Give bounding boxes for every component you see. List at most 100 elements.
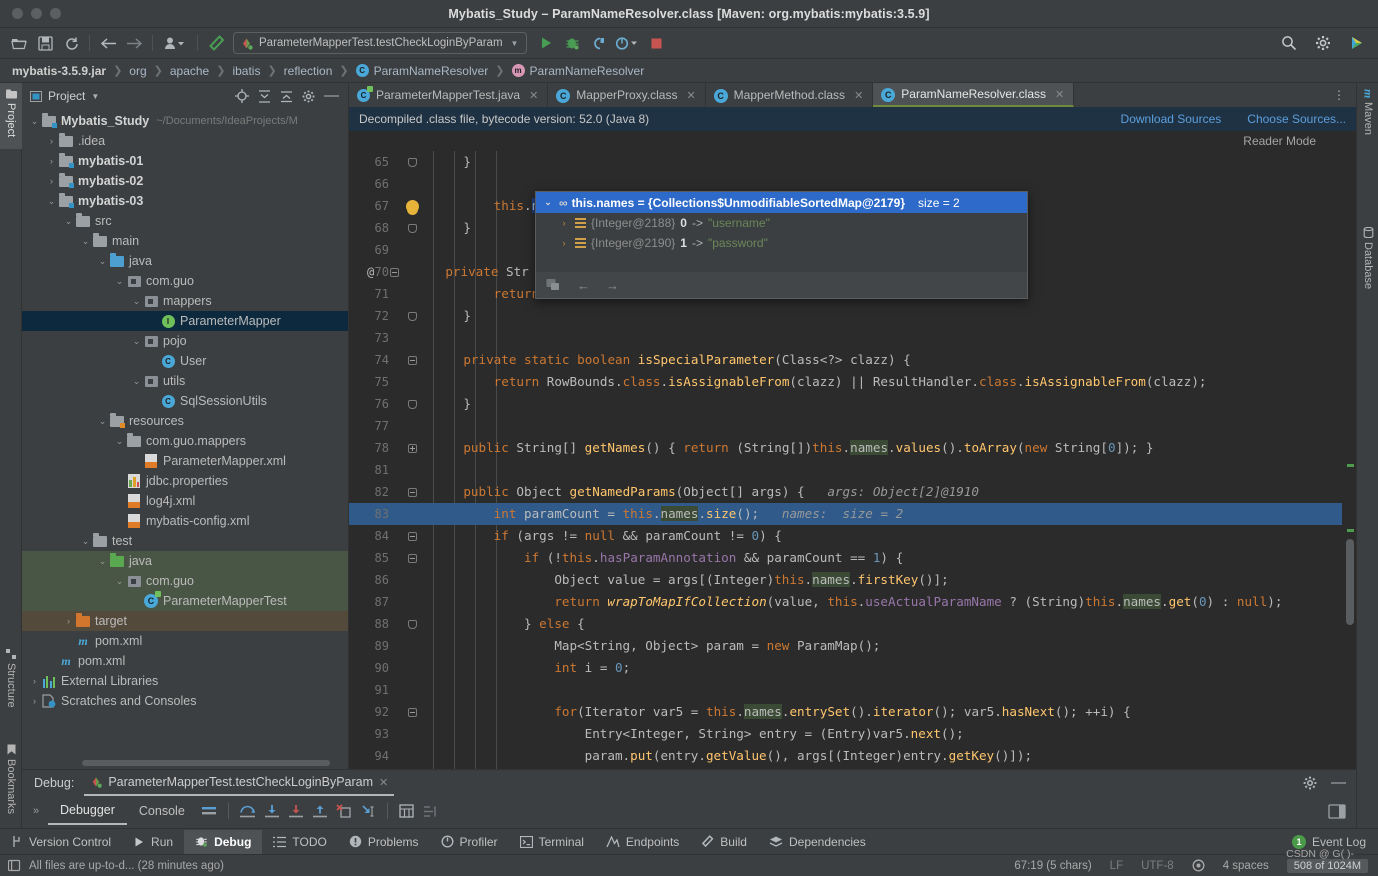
debug-value-popup[interactable]: ⌄ ∞ this.names = {Collections$Unmodifiab… (535, 191, 1028, 299)
chevron-down-icon[interactable]: ⌄ (113, 276, 126, 287)
code-text[interactable]: } (425, 393, 471, 415)
code-line[interactable]: 94 param.put(entry.getValue(), args[(Int… (349, 745, 1356, 767)
bottom-item-terminal[interactable]: Terminal (509, 830, 595, 854)
tree-node-com-guo-mappers[interactable]: ⌄ com.guo.mappers (22, 431, 348, 451)
code-text[interactable]: public Object getNamedParams(Object[] ar… (425, 481, 979, 503)
sidebar-item-structure[interactable]: Structure (0, 643, 22, 714)
chevron-down-icon[interactable]: ⌄ (130, 376, 143, 387)
breadcrumb-item-apache[interactable]: apache (170, 64, 209, 78)
layout-icon[interactable] (419, 800, 443, 822)
gear-icon[interactable] (302, 90, 315, 103)
file-encoding[interactable]: UTF-8 (1141, 860, 1174, 872)
tree-node-mybatis-02[interactable]: › mybatis-02 (22, 171, 348, 191)
tab-debugger[interactable]: Debugger (48, 797, 127, 825)
code-line[interactable]: 82 public Object getNamedParams(Object[]… (349, 481, 1356, 503)
code-text[interactable]: return wrapToMapIfCollection(value, this… (425, 591, 1282, 613)
chevron-right-icon[interactable]: › (558, 238, 570, 248)
code-line[interactable]: 91 (349, 679, 1356, 701)
code-text[interactable]: Map<String, Object> param = new ParamMap… (425, 635, 880, 657)
chevron-down-icon[interactable]: ⌄ (96, 556, 109, 567)
sidebar-item-bookmarks[interactable]: Bookmarks (0, 738, 22, 820)
breadcrumb-item-class[interactable]: C ParamNameResolver (355, 64, 488, 78)
restore-layout-icon[interactable] (1328, 803, 1356, 819)
chevron-right-icon[interactable]: › (45, 136, 58, 146)
code-text[interactable]: int paramCount = this.names.size(); name… (425, 503, 903, 525)
tree-node-java[interactable]: ⌄ java (22, 551, 348, 571)
code-line[interactable]: 65 } (349, 151, 1356, 173)
code-text[interactable]: } (425, 305, 471, 327)
code-text[interactable]: Object value = args[(Integer)this.names.… (425, 569, 949, 591)
tree-node-main[interactable]: ⌄ main (22, 231, 348, 251)
tree-node--idea[interactable]: › .idea (22, 131, 348, 151)
forward-arrow-icon[interactable]: → (606, 278, 619, 293)
tree-node-mappers[interactable]: ⌄ mappers (22, 291, 348, 311)
change-marker[interactable] (1347, 529, 1354, 532)
code-text[interactable]: Entry<Integer, String> entry = (Entry)va… (425, 723, 964, 745)
chevron-down-icon[interactable]: ▼ (511, 39, 519, 48)
tree-node-com-guo[interactable]: ⌄ com.guo (22, 571, 348, 591)
reader-mode-label[interactable]: Reader Mode (349, 131, 1356, 151)
editor-tab-mappermethod-class[interactable]: C MapperMethod.class ✕ (706, 83, 874, 107)
fold-collapse-icon[interactable] (381, 267, 407, 277)
editor-vertical-scrollbar[interactable] (1346, 539, 1354, 625)
tree-node-scratches-and-consoles[interactable]: › Scratches and Consoles (22, 691, 348, 711)
fold-collapse-icon[interactable] (399, 355, 425, 365)
build-hammer-icon[interactable] (203, 31, 229, 55)
chevron-down-icon[interactable]: ⌄ (130, 336, 143, 347)
tab-console[interactable]: Console (127, 797, 197, 825)
sidebar-item-maven[interactable]: m Maven (1357, 85, 1378, 139)
change-marker[interactable] (1347, 464, 1354, 467)
code-line[interactable]: 90 int i = 0; (349, 657, 1356, 679)
read-only-icon[interactable] (1192, 859, 1205, 872)
tree-node-java[interactable]: ⌄ java (22, 251, 348, 271)
caret-position[interactable]: 67:19 (5 chars) (1014, 860, 1091, 872)
chevron-down-icon[interactable]: ⌄ (96, 256, 109, 267)
bottom-item-todo[interactable]: TODO (262, 830, 337, 854)
code-line[interactable]: 78 public String[] getNames() { return (… (349, 437, 1356, 459)
close-icon[interactable]: ✕ (379, 776, 388, 789)
evaluate-expression-icon[interactable] (395, 800, 419, 822)
overflow-chevron-icon[interactable]: » (22, 805, 48, 817)
tree-node-target[interactable]: › target (22, 611, 348, 631)
close-icon[interactable]: ✕ (686, 89, 695, 102)
code-line[interactable]: 74 private static boolean isSpecialParam… (349, 349, 1356, 371)
run-button[interactable] (533, 31, 559, 55)
code-line[interactable]: 85 if (!this.hasParamAnnotation && param… (349, 547, 1356, 569)
code-line[interactable]: 88 } else { (349, 613, 1356, 635)
hide-icon[interactable]: — (324, 88, 339, 103)
debug-button[interactable] (559, 31, 585, 55)
indent-setting[interactable]: 4 spaces (1223, 860, 1269, 872)
editor-tabs[interactable]: C ParameterMapperTest.java ✕ C MapperProxy.c… (349, 83, 1356, 107)
debug-popup-entry-row[interactable]: › {Integer@2190} 1 -> "password" (536, 233, 1027, 253)
close-icon[interactable]: ✕ (854, 89, 863, 102)
fold-collapse-icon[interactable] (399, 553, 425, 563)
memory-indicator[interactable]: 508 of 1024M (1286, 858, 1368, 873)
breadcrumb-item-ibatis[interactable]: ibatis (232, 64, 260, 78)
open-folder-icon[interactable] (6, 31, 32, 55)
code-text[interactable]: } else { (425, 613, 585, 635)
chevron-down-icon[interactable]: ⌄ (113, 576, 126, 587)
updates-icon[interactable] (1344, 31, 1370, 55)
code-line[interactable]: 86 Object value = args[(Integer)this.nam… (349, 569, 1356, 591)
code-text[interactable]: private static boolean isSpecialParamete… (425, 349, 910, 371)
run-to-cursor-icon[interactable] (356, 800, 380, 822)
tree-node-mybatis-study[interactable]: ⌄ Mybatis_Study ~/Documents/IdeaProjects/M (22, 111, 348, 131)
editor-tab-parametermappertest-java[interactable]: C ParameterMapperTest.java ✕ (349, 83, 549, 107)
breadcrumb-item-reflection[interactable]: reflection (284, 64, 333, 78)
code-text[interactable]: public String[] getNames() { return (Str… (425, 437, 1153, 459)
event-log-label[interactable]: Event Log (1312, 835, 1366, 849)
chevron-down-icon[interactable]: ⌄ (542, 197, 554, 208)
debug-popup-entry-row[interactable]: › {Integer@2188} 0 -> "username" (536, 213, 1027, 233)
code-text[interactable]: for(Iterator var5 = this.names.entrySet(… (425, 701, 1131, 723)
bottom-item-debug[interactable]: Debug (184, 829, 263, 854)
tree-node-log4j-xml[interactable]: log4j.xml (22, 491, 348, 511)
code-line[interactable]: 73 (349, 327, 1356, 349)
chevron-right-icon[interactable]: › (558, 218, 570, 228)
debug-session-tab[interactable]: ParameterMapperTest.testCheckLoginByPara… (84, 770, 395, 796)
save-icon[interactable] (32, 31, 58, 55)
tree-node-src[interactable]: ⌄ src (22, 211, 348, 231)
bottom-item-dependencies[interactable]: Dependencies (758, 830, 877, 854)
profiler-button[interactable] (611, 31, 643, 55)
step-into-icon[interactable] (260, 800, 284, 822)
bottom-item-version-control[interactable]: Version Control (0, 830, 122, 854)
